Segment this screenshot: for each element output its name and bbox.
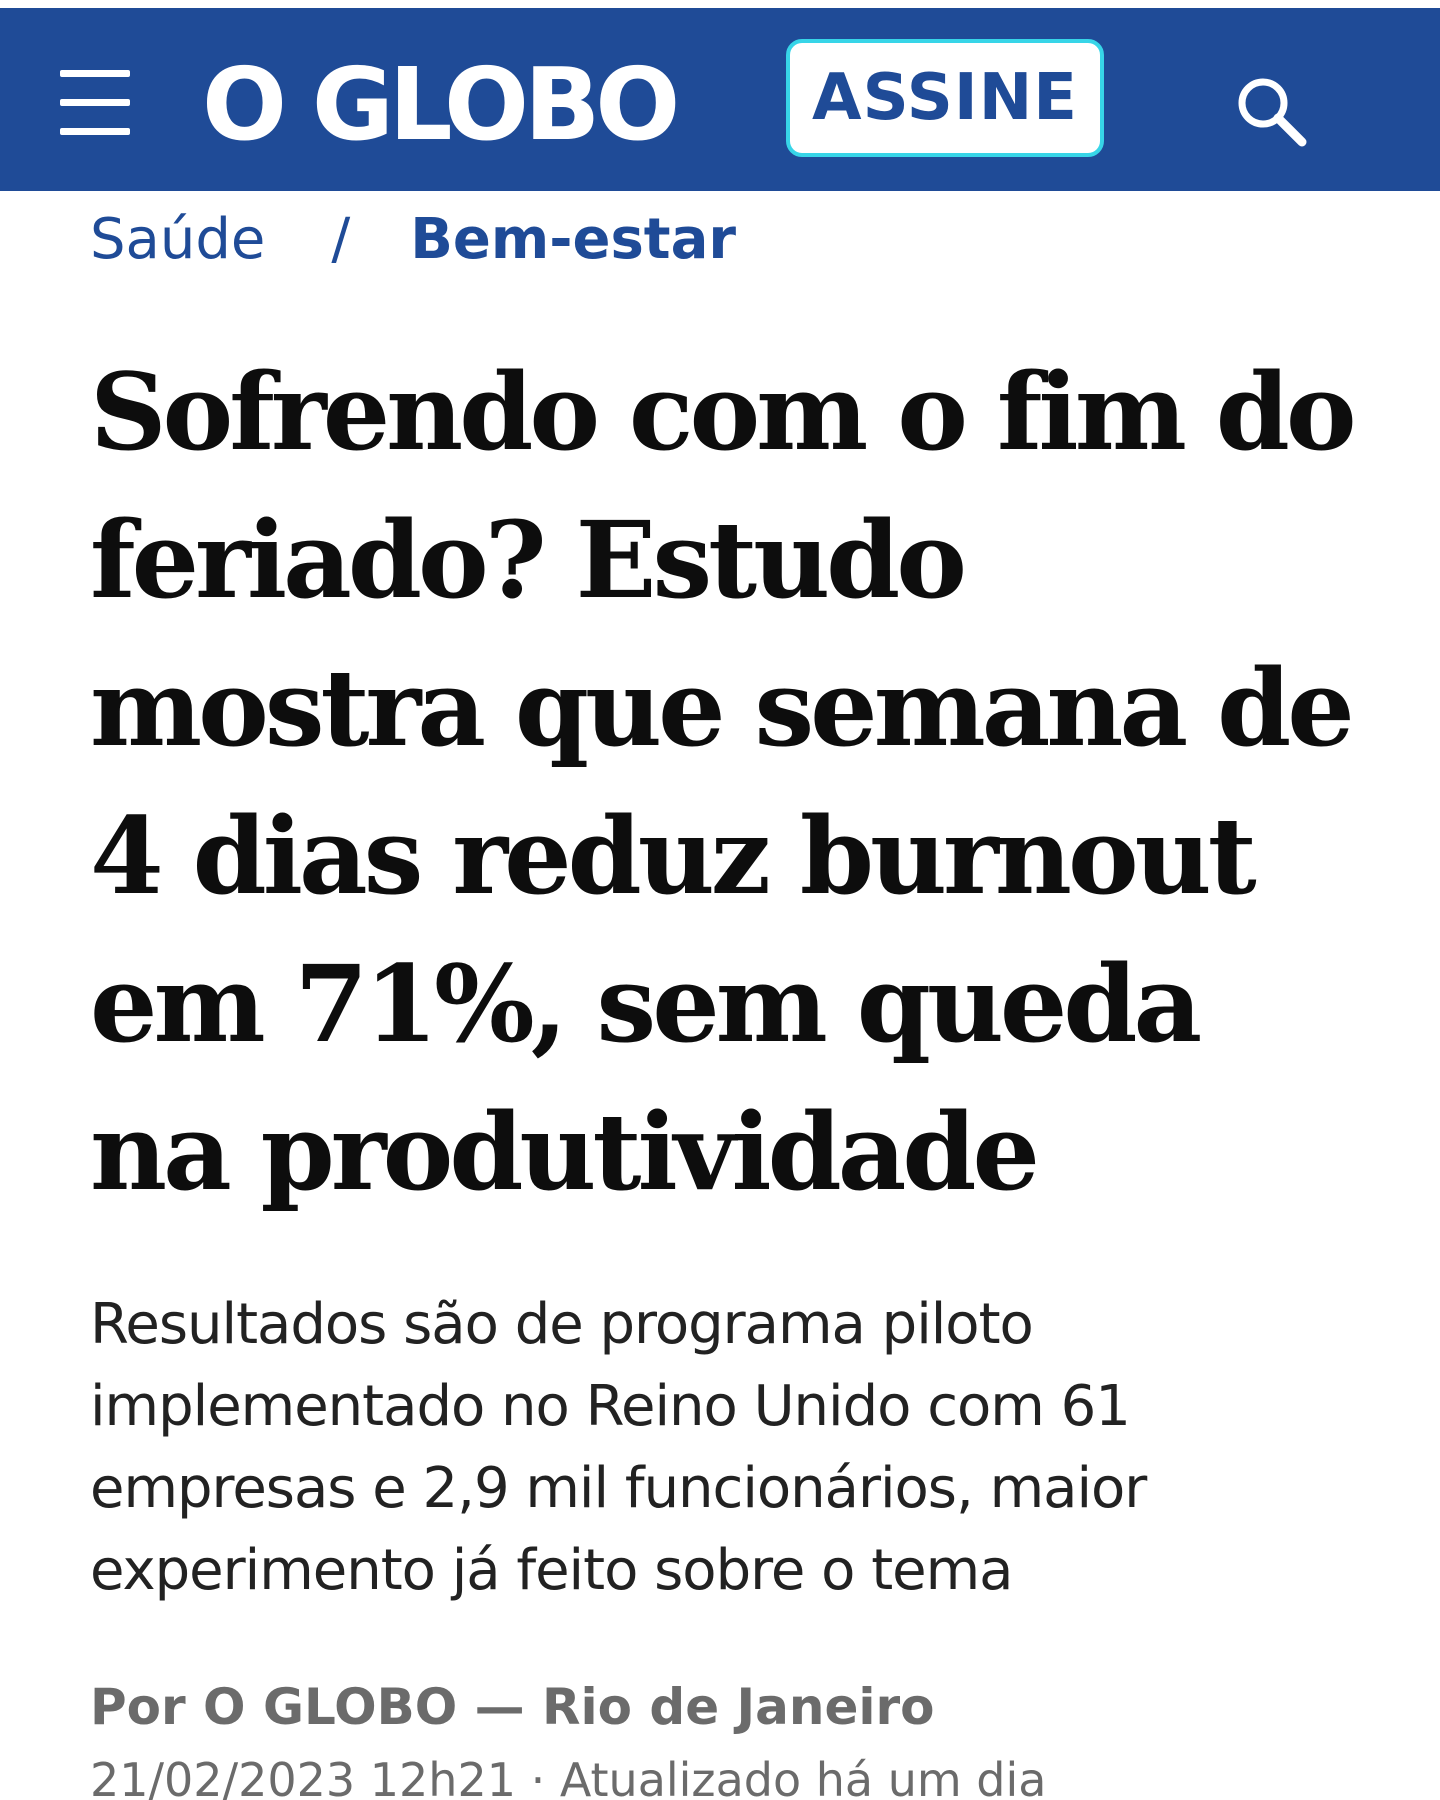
- article-dateline: 21/02/2023 12h21 · Atualizado há um dia: [90, 1753, 1047, 1800]
- search-icon[interactable]: [1232, 72, 1312, 152]
- menu-line: [60, 128, 130, 135]
- breadcrumb: Saúde / Bem-estar: [90, 205, 736, 275]
- site-header: O GLOBO ASSINE: [0, 8, 1440, 191]
- subscribe-button[interactable]: ASSINE: [786, 39, 1104, 157]
- top-strip: [0, 0, 1440, 8]
- search-icon-graphic: [1238, 78, 1307, 147]
- breadcrumb-link-saude[interactable]: Saúde: [90, 207, 265, 272]
- menu-line: [60, 99, 130, 106]
- hamburger-menu-icon[interactable]: [56, 64, 134, 142]
- article-byline: Por O GLOBO — Rio de Janeiro: [90, 1678, 935, 1736]
- breadcrumb-link-bem-estar[interactable]: Bem-estar: [410, 207, 736, 272]
- article-subtitle: Resultados são de programa piloto implem…: [90, 1292, 1147, 1603]
- menu-line: [60, 70, 130, 77]
- article-headline: Sofrendo com o fim do feriado? Estudo mo…: [90, 349, 1357, 1214]
- site-logo[interactable]: O GLOBO: [202, 50, 680, 160]
- breadcrumb-separator: /: [331, 207, 351, 272]
